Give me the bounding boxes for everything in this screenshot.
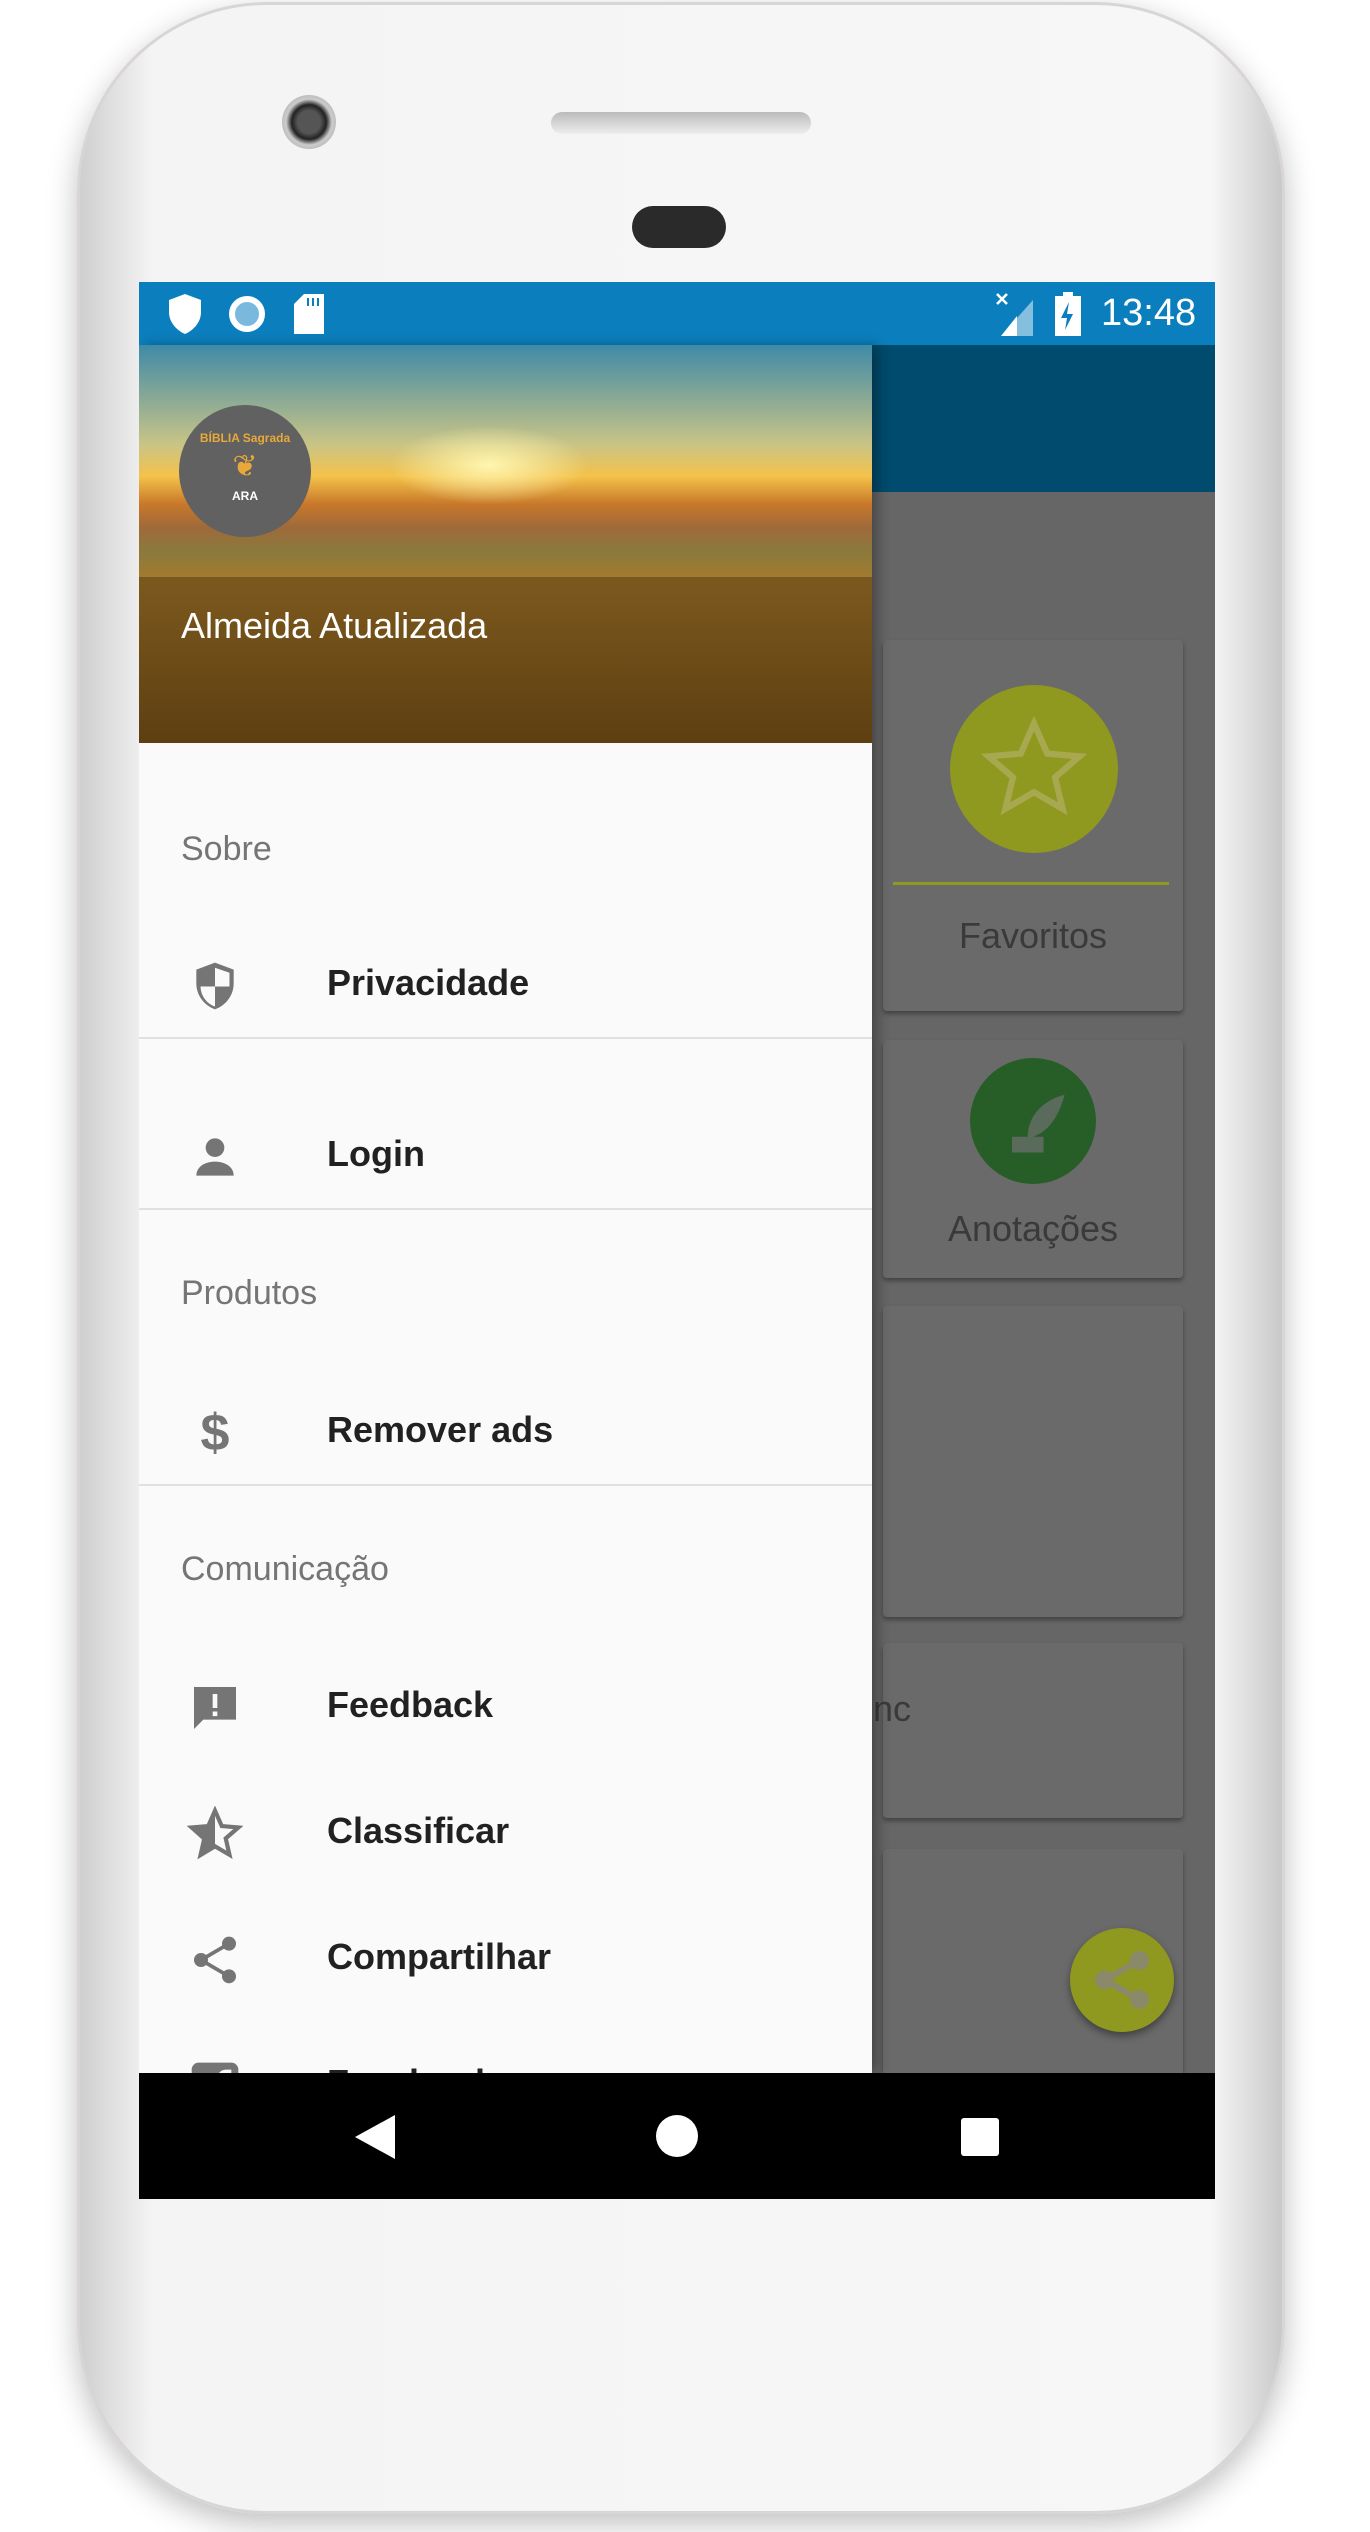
menu-item-label: Compartilhar (327, 1936, 552, 1977)
menu-item-classificar[interactable]: Classificar (139, 1784, 872, 1884)
logo-text: BÍBLIA Sagrada (199, 431, 291, 445)
card-divider (893, 882, 1169, 885)
share-icon (1095, 1950, 1149, 2010)
person-icon (196, 1138, 234, 1176)
feedback-icon (194, 1687, 236, 1729)
dollar-icon: $ (200, 1404, 230, 1462)
navigation-drawer: BÍBLIA Sagrada ❦ ARA Almeida Atualizada … (139, 345, 872, 2110)
menu-item-compartilhar[interactable]: Compartilhar (139, 1910, 872, 2010)
menu-item-label: Login (327, 1133, 425, 1174)
menu-item-login[interactable]: Login (139, 1107, 872, 1207)
section-label-sobre: Sobre (181, 830, 272, 868)
circle-icon (229, 296, 265, 332)
drawer-title: Almeida Atualizada (181, 605, 488, 646)
card-label: Favoritos (958, 915, 1108, 956)
menu-item-label: Classificar (327, 1810, 510, 1851)
app-logo: BÍBLIA Sagrada ❦ ARA (179, 405, 311, 537)
star-half-icon (187, 1806, 243, 1860)
divider (139, 1037, 872, 1039)
status-bar: 13:48 (139, 282, 1215, 345)
battery-charging-icon (1055, 292, 1081, 336)
menu-item-label: Privacidade (327, 962, 530, 1003)
recents-button[interactable] (961, 2118, 999, 2156)
header-band (139, 577, 872, 743)
back-button[interactable] (355, 2115, 397, 2159)
section-label-comunicacao: Comunicação (181, 1550, 389, 1588)
section-label-produtos: Produtos (181, 1274, 318, 1312)
logo-text: ARA (232, 489, 258, 503)
quill-icon (970, 1058, 1096, 1184)
card-label: Anotações (947, 1208, 1119, 1249)
divider (139, 1208, 872, 1210)
sun-glow (389, 425, 589, 505)
menu-item-remover-ads[interactable]: $ Remover ads (139, 1383, 872, 1483)
front-camera (282, 95, 336, 149)
menu-item-feedback[interactable]: Feedback (139, 1658, 872, 1758)
card[interactable] (883, 1306, 1183, 1617)
home-button[interactable] (656, 2115, 698, 2157)
navigation-bar (139, 2073, 1215, 2199)
share-icon (194, 1936, 236, 1984)
shield-icon (196, 962, 234, 1010)
menu-item-privacidade[interactable]: Privacidade (139, 936, 872, 1036)
sd-card-icon (294, 294, 324, 334)
share-fab[interactable] (1070, 1928, 1174, 2032)
card-anotacoes[interactable]: Anotações (883, 1040, 1183, 1278)
speaker-grille (551, 112, 811, 134)
menu-item-label: Remover ads (327, 1409, 554, 1450)
wheat-icon: ❦ (232, 450, 258, 483)
drawer-header: BÍBLIA Sagrada ❦ ARA Almeida Atualizada (139, 345, 872, 743)
screen: Favoritos Anotações nc 13:48 BÍBLIA Sagr… (139, 282, 1215, 2199)
card[interactable]: nc (873, 1643, 1183, 1818)
no-signal-icon (996, 293, 1033, 336)
sensor (632, 206, 726, 248)
card-label: nc (873, 1688, 912, 1729)
star-icon (950, 685, 1118, 853)
card-favoritos[interactable]: Favoritos (883, 640, 1183, 1011)
status-time: 13:48 (1101, 292, 1197, 334)
divider (139, 1484, 872, 1486)
menu-item-label: Feedback (327, 1684, 494, 1725)
shield-icon (169, 294, 201, 334)
